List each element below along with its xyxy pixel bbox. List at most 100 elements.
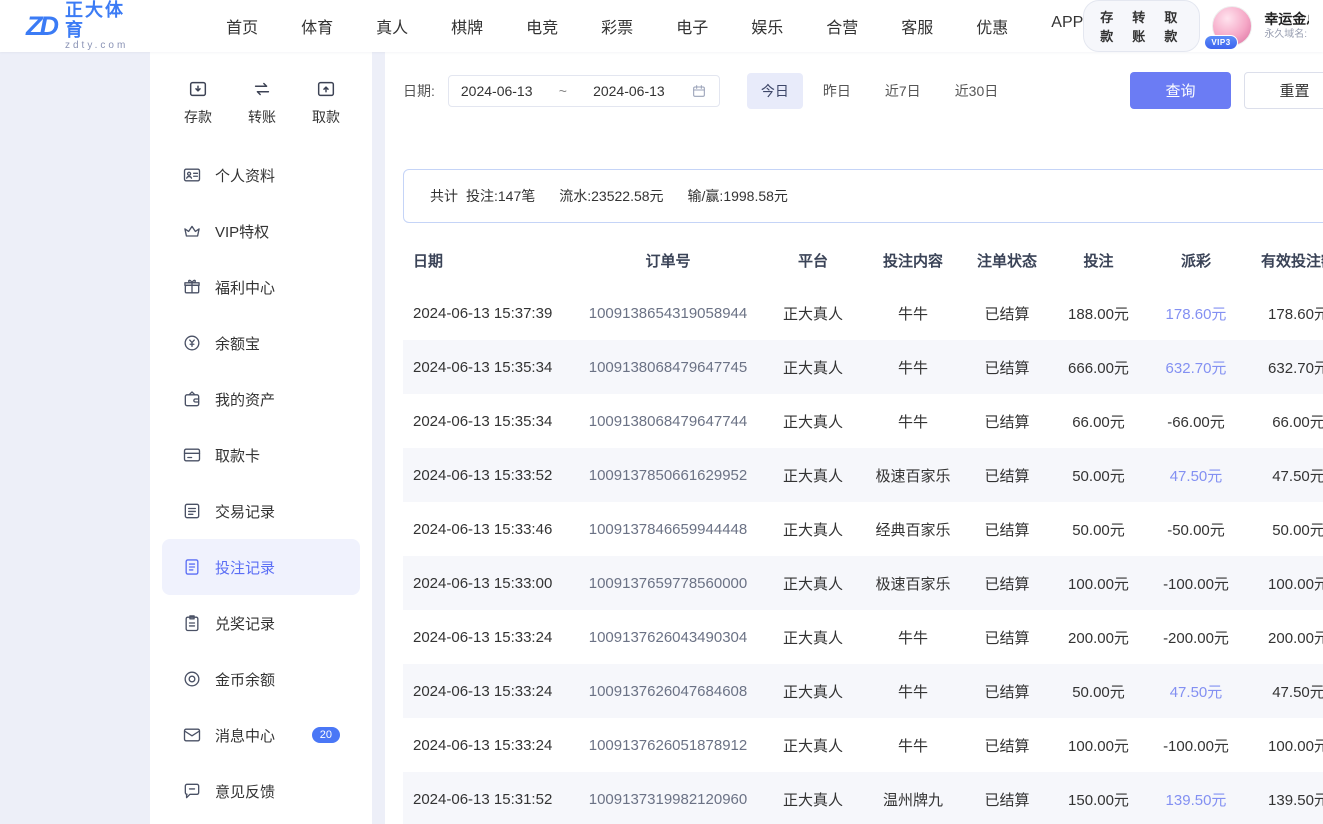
quick-action-deposit[interactable]: 存款 [184,78,212,127]
nav-item-board-games[interactable]: 棋牌 [451,14,483,38]
sidebar-item-withdraw-card[interactable]: 取款卡 [162,427,360,483]
cell-payout: 139.50元 [1146,772,1246,824]
wallet-pill-withdraw[interactable]: 取款 [1164,7,1183,45]
range-button-last30[interactable]: 近30日 [941,73,1013,109]
user-name: 幸运金总 [1264,11,1309,29]
nav-item-entertainment[interactable]: 娱乐 [751,14,783,38]
cell-payout: 178.60元 [1146,286,1246,340]
cell-valid: 47.50元 [1246,448,1323,502]
sidebar-item-label: 取款卡 [215,445,260,466]
sidebar-item-profile[interactable]: 个人资料 [162,147,360,203]
sidebar-item-label: 我的资产 [215,389,275,410]
deposit-icon [187,78,209,100]
cell-valid: 632.70元 [1246,340,1323,394]
date-to[interactable]: 2024-06-13 [593,83,665,99]
cell-status: 已结算 [963,610,1051,664]
cell-status: 已结算 [963,448,1051,502]
date-range-picker[interactable]: 2024-06-13 ~ 2024-06-13 [448,75,720,107]
cell-date: 2024-06-13 15:33:46 [403,502,573,556]
range-button-yesterday[interactable]: 昨日 [809,73,865,109]
nav-item-slots[interactable]: 电子 [676,14,708,38]
nav-item-esports[interactable]: 电竞 [526,14,558,38]
calendar-icon[interactable] [691,83,707,99]
nav-item-app[interactable]: APP [1051,14,1083,38]
summary-winloss: 输/赢:1998.58元 [688,186,788,206]
redeem-icon [182,613,202,633]
sidebar: 存款转账取款 个人资料 VIP特权福利中心余额宝我的资产取款卡交易记录投注记录兑奖… [150,52,372,824]
quick-range-group: 今日昨日近7日近30日 [747,73,1012,109]
reset-button[interactable]: 重置 [1244,72,1323,109]
wallet-pill-deposit[interactable]: 存款 [1100,7,1119,45]
user-info[interactable]: 幸运金总 永久域名: z [1264,11,1309,41]
sidebar-item-yuebao[interactable]: 余额宝 [162,315,360,371]
range-button-last7[interactable]: 近7日 [871,73,935,109]
date-from[interactable]: 2024-06-13 [461,83,533,99]
message-icon [182,725,202,745]
table-row: 2024-06-13 15:35:341009138068479647745正大… [403,340,1323,394]
sidebar-item-transactions[interactable]: 交易记录 [162,483,360,539]
nav-item-lottery[interactable]: 彩票 [601,14,633,38]
sidebar-item-welfare[interactable]: 福利中心 [162,259,360,315]
cell-valid: 139.50元 [1246,772,1323,824]
quick-action-transfer[interactable]: 转账 [248,78,276,127]
welfare-icon [182,277,202,297]
cell-valid: 100.00元 [1246,718,1323,772]
brand-logo[interactable]: ZD 正大体育 zdty.com [26,1,130,52]
sidebar-item-label: VIP特权 [215,221,269,242]
sidebar-item-assets[interactable]: 我的资产 [162,371,360,427]
quick-action-withdraw[interactable]: 取款 [312,78,340,127]
column-header: 派彩 [1146,235,1246,286]
sidebar-item-label: 交易记录 [215,501,275,522]
sidebar-item-coin-balance[interactable]: 金币余额 [162,651,360,707]
cell-order: 1009137850661629952 [573,448,763,502]
cell-valid: 66.00元 [1246,394,1323,448]
cell-status: 已结算 [963,718,1051,772]
nav-item-sports[interactable]: 体育 [301,14,333,38]
cell-bet: 200.00元 [1051,610,1146,664]
sidebar-item-message-center[interactable]: 消息中心20 [162,707,360,763]
avatar[interactable]: VIP3 [1212,6,1252,46]
sidebar-item-bet-records[interactable]: 投注记录 [162,539,360,595]
cell-payout: 47.50元 [1146,448,1246,502]
sidebar-item-redeem-records[interactable]: 兑奖记录 [162,595,360,651]
cell-platform: 正大真人 [763,718,863,772]
cell-content: 牛牛 [863,664,963,718]
cell-valid: 100.00元 [1246,556,1323,610]
table-row: 2024-06-13 15:37:391009138654319058944正大… [403,286,1323,340]
query-button[interactable]: 查询 [1130,72,1231,109]
withdraw-icon [315,78,337,100]
column-header: 日期 [403,235,573,286]
coins-icon [182,669,202,689]
top-nav: 首页 体育 真人 棋牌 电竞 彩票 电子 娱乐 合营 客服 优惠 APP [226,14,1083,38]
sidebar-item-vip[interactable]: VIP特权 [162,203,360,259]
cell-platform: 正大真人 [763,448,863,502]
cell-date: 2024-06-13 15:31:52 [403,772,573,824]
summary-turnover: 流水:23522.58元 [559,186,663,206]
cell-status: 已结算 [963,286,1051,340]
cell-valid: 47.50元 [1246,664,1323,718]
cell-order: 1009137626047684608 [573,664,763,718]
sidebar-item-label: 兑奖记录 [215,613,275,634]
wallet-pills: 存款转账取款 [1083,0,1200,52]
nav-item-partnership[interactable]: 合营 [826,14,858,38]
cell-platform: 正大真人 [763,286,863,340]
cell-content: 牛牛 [863,394,963,448]
cell-date: 2024-06-13 15:33:52 [403,448,573,502]
transfer-icon [251,78,273,100]
cell-date: 2024-06-13 15:35:34 [403,340,573,394]
brand-domain: zdty.com [65,40,130,51]
cell-bet: 666.00元 [1051,340,1146,394]
cell-payout: 47.50元 [1146,664,1246,718]
sidebar-item-feedback[interactable]: 意见反馈 [162,763,360,819]
cell-status: 已结算 [963,772,1051,824]
nav-item-home[interactable]: 首页 [226,14,258,38]
sidebar-menu: 个人资料 VIP特权福利中心余额宝我的资产取款卡交易记录投注记录兑奖记录金币余额消… [150,147,372,819]
range-button-today[interactable]: 今日 [747,73,803,109]
user-domain-note: 永久域名: z [1264,29,1309,42]
wallet-pill-transfer[interactable]: 转账 [1132,7,1151,45]
cell-bet: 50.00元 [1051,448,1146,502]
nav-item-support[interactable]: 客服 [901,14,933,38]
nav-item-promotions[interactable]: 优惠 [976,14,1008,38]
nav-item-live[interactable]: 真人 [376,14,408,38]
summary-total-label: 共计 [430,186,458,206]
